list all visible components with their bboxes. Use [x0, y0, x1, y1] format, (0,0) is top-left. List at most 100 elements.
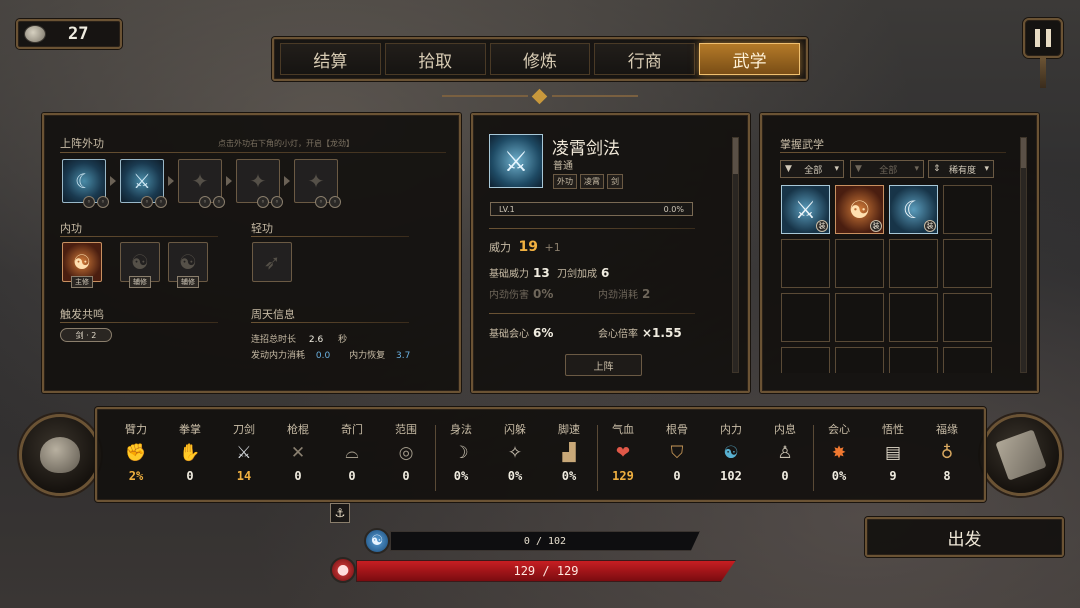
spear-icon: ✕: [290, 443, 306, 463]
blade-bonus-label: 刀剑加成: [557, 269, 597, 280]
attr-inner-breath: 内息 ♙ 0: [758, 409, 812, 483]
meditate-icon: ☯: [131, 250, 149, 274]
pause-icon: [1035, 29, 1040, 47]
attr-value: 14: [236, 469, 252, 483]
skills-scroll-thumb[interactable]: [1021, 138, 1026, 168]
lamp-toggle[interactable]: ◦: [155, 196, 167, 208]
attr-value: 8: [943, 469, 951, 483]
external-slot-1[interactable]: ☾ ◦ ◦: [62, 159, 109, 208]
tab-loot[interactable]: 拾取: [384, 43, 486, 75]
skill-slot[interactable]: [943, 293, 992, 342]
attr-fist: 拳掌 ✋ 0: [163, 409, 217, 483]
crit-icon: ✸: [831, 443, 847, 463]
attr-crit: 会心 ✸ 0%: [812, 409, 866, 483]
skill-slot[interactable]: [889, 239, 938, 288]
skill-slot[interactable]: [835, 239, 884, 288]
bag-icon: [40, 437, 80, 473]
pause-icon-bar: [1046, 29, 1051, 47]
attr-value: 0: [186, 469, 194, 483]
health-bar: 129 / 129: [356, 560, 736, 582]
skill-slot[interactable]: [889, 293, 938, 342]
attr-insight: 悟性 ▤ 9: [866, 409, 920, 483]
attr-fortune: 福缘 ♁ 8: [920, 409, 974, 483]
attr-value: 129: [612, 469, 634, 483]
skill-slot[interactable]: [943, 239, 992, 288]
anchor-icon[interactable]: ⚓: [330, 503, 350, 523]
attr-value: 0%: [507, 469, 523, 483]
yinyang-icon: ☯: [723, 443, 739, 463]
target-icon: ◎: [398, 443, 414, 463]
external-slot-4[interactable]: ✦ ◦ ◦: [236, 159, 283, 208]
skill-slot[interactable]: ⚔ 装: [781, 185, 830, 234]
skill-slot[interactable]: [781, 239, 830, 288]
attr-label: 臂力: [125, 423, 147, 436]
detail-scroll-thumb[interactable]: [733, 138, 738, 174]
tab-bar: 结算 拾取 修炼 行商 武学: [272, 37, 808, 81]
divider: [251, 322, 409, 323]
skill-slot[interactable]: ☯ 装: [835, 185, 884, 234]
lamp-icon: ◦: [315, 196, 327, 208]
internal-slot-aux-1[interactable]: ☯ 辅修: [120, 242, 160, 288]
divider: [251, 236, 409, 237]
sword-icon: ⚔: [794, 195, 817, 224]
inner-cost-stat: 内劲消耗 2: [598, 286, 650, 301]
tab-cultivate[interactable]: 修炼: [489, 43, 591, 75]
tab-martial-arts[interactable]: 武学: [699, 43, 800, 75]
inner-damage-label: 内劲伤害: [489, 290, 529, 301]
skill-slot[interactable]: [943, 347, 992, 373]
filter-funnel-icon: ▼: [855, 164, 862, 174]
lamp-toggle[interactable]: ◦: [271, 196, 283, 208]
base-crit-label: 基础会心: [489, 329, 529, 340]
internal-slots: ☯ 主修 ☯ 辅修 ☯ 辅修: [62, 242, 208, 288]
crescent-slash-icon: ☾: [902, 195, 925, 224]
external-slot-3[interactable]: ✦ ◦ ◦: [178, 159, 225, 208]
skill-slot[interactable]: [781, 347, 830, 373]
power-label: 威力: [489, 241, 511, 254]
skill-slot[interactable]: [835, 293, 884, 342]
inventory-bag-button[interactable]: [19, 414, 101, 496]
skill-slot[interactable]: [943, 185, 992, 234]
sub-filter[interactable]: ▼ 全部 ▾: [850, 160, 924, 178]
light-slot[interactable]: ➶: [252, 242, 292, 282]
equip-button[interactable]: 上阵: [565, 354, 642, 376]
inner-power-icon: ☯: [364, 528, 390, 554]
lamp-toggle[interactable]: ◦: [213, 196, 225, 208]
tab-settlement[interactable]: 结算: [280, 43, 381, 75]
arrow-icon: [226, 176, 232, 186]
external-slot-5[interactable]: ✦ ◦ ◦: [294, 159, 341, 208]
sort-filter[interactable]: ⇕ 稀有度 ▾: [928, 160, 994, 178]
tab-merchant[interactable]: 行商: [594, 43, 696, 75]
lamp-toggle[interactable]: ◦: [329, 196, 341, 208]
attr-label: 刀剑: [233, 423, 255, 436]
detail-scrollbar[interactable]: [732, 137, 739, 373]
cycle-recover-value: 3.7: [395, 351, 411, 361]
type-filter-label: 全部: [804, 165, 823, 176]
divider: [60, 322, 218, 323]
role-tag-aux: 辅修: [177, 276, 199, 288]
skill-slot[interactable]: ☾ 装: [889, 185, 938, 234]
internal-slot-aux-2[interactable]: ☯ 辅修: [168, 242, 208, 288]
skills-scrollbar[interactable]: [1020, 137, 1027, 373]
arrow-icon: [110, 176, 116, 186]
skill-slot[interactable]: [781, 293, 830, 342]
empty-slot-icon: ✦: [249, 169, 267, 193]
sub-filter-label: 全部: [879, 165, 898, 176]
dodge-icon: ✧: [507, 443, 523, 463]
resonance-title: 触发共鸣: [60, 308, 104, 321]
external-hint: 点击外功右下角的小灯，开启【龙劲】: [218, 139, 354, 148]
crescent-slash-icon: ☾: [75, 169, 93, 193]
crit-mult-value: ×1.55: [642, 326, 682, 340]
attr-label: 拳掌: [179, 423, 201, 436]
map-scroll-button[interactable]: [980, 414, 1062, 496]
type-filter[interactable]: ▼ 全部 ▾: [780, 160, 844, 178]
external-slot-2[interactable]: ⚔ ◦ ◦: [120, 159, 167, 208]
internal-slot-main[interactable]: ☯ 主修: [62, 242, 102, 288]
skill-progress: 0.0%: [663, 204, 684, 214]
pause-button[interactable]: [1023, 18, 1063, 58]
light-title: 轻功: [251, 222, 273, 235]
skill-slot[interactable]: [889, 347, 938, 373]
arrow-icon: [168, 176, 174, 186]
lamp-toggle[interactable]: ◦: [97, 196, 109, 208]
depart-button[interactable]: 出发: [865, 517, 1064, 557]
skill-slot[interactable]: [835, 347, 884, 373]
